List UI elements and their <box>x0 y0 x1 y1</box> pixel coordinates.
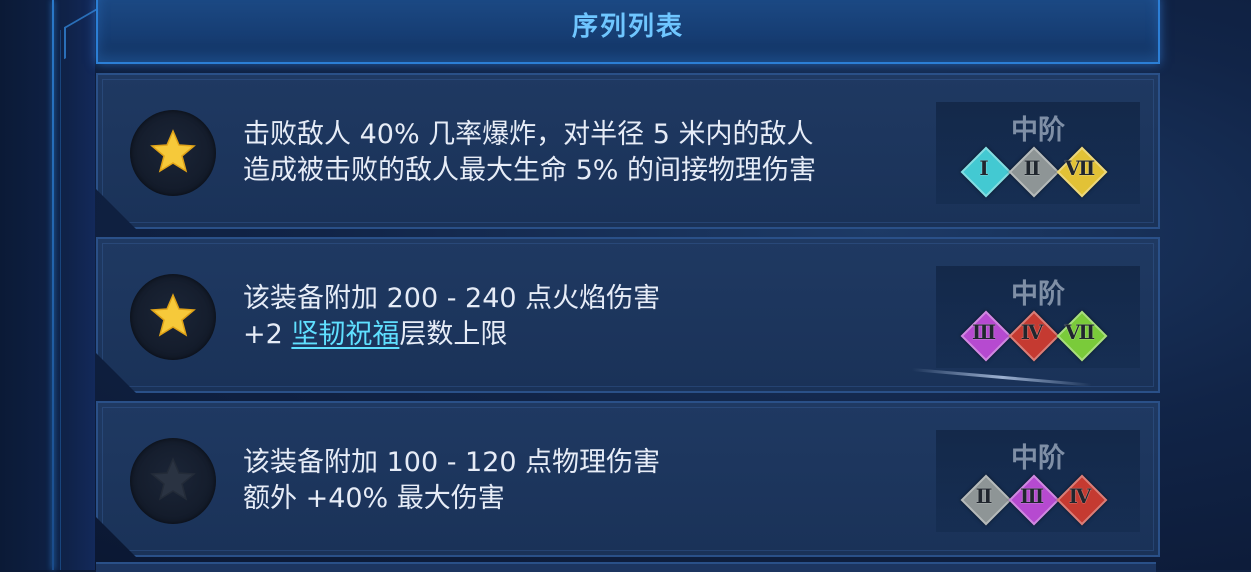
gem-3-numeral: Ⅶ <box>1064 156 1096 180</box>
gem-1-numeral: Ⅰ <box>979 156 989 180</box>
dim-star-icon <box>149 456 197 504</box>
sequence-list-header: 序列列表 <box>96 0 1160 64</box>
tier-label: 中阶 <box>1011 443 1065 474</box>
affix-line-2: 造成被击败的敌人最大生命 5% 的间接物理伤害 <box>243 153 933 189</box>
tier-label: 中阶 <box>1011 115 1065 146</box>
gem-1-numeral: Ⅱ <box>975 484 993 508</box>
gem-2-numeral: Ⅱ <box>1023 156 1041 180</box>
next-card-edge <box>96 562 1156 572</box>
star-badge <box>130 110 216 196</box>
frame-line <box>52 0 54 570</box>
affix-line-2-prefix: +2 <box>243 319 292 350</box>
affix-description: 该装备附加 200 - 240 点火焰伤害 +2 坚韧祝福层数上限 <box>243 281 933 353</box>
gem-3-numeral: Ⅳ <box>1068 484 1092 508</box>
affix-line-1: 击败敌人 40% 几率爆炸，对半径 5 米内的敌人 <box>243 119 814 150</box>
frame-decoration <box>64 8 96 60</box>
gem-2-numeral: Ⅲ <box>1019 484 1045 508</box>
affix-line-1: 该装备附加 100 - 120 点物理伤害 <box>243 447 661 478</box>
gold-star-icon <box>149 128 197 176</box>
left-frame <box>0 0 96 570</box>
page-title: 序列列表 <box>571 12 684 42</box>
tier-label: 中阶 <box>1011 279 1065 310</box>
affix-line-2-suffix: 层数上限 <box>399 319 508 350</box>
gem-2-numeral: Ⅳ <box>1020 320 1044 344</box>
star-badge <box>130 438 216 524</box>
affix-card-2[interactable]: 该装备附加 200 - 240 点火焰伤害 +2 坚韧祝福层数上限 中阶 Ⅲ Ⅳ… <box>96 237 1160 393</box>
frame-line-inner <box>60 30 61 570</box>
gem-3-numeral: Ⅶ <box>1064 320 1096 344</box>
affix-line-1: 该装备附加 200 - 240 点火焰伤害 <box>243 283 661 314</box>
star-badge <box>130 274 216 360</box>
affix-card-1[interactable]: 击败敌人 40% 几率爆炸，对半径 5 米内的敌人 造成被击败的敌人最大生命 5… <box>96 73 1160 229</box>
tier-box: 中阶 Ⅰ Ⅱ Ⅶ <box>936 102 1140 204</box>
affix-line-2-text: 造成被击败的敌人最大生命 5% 的间接物理伤害 <box>243 155 816 186</box>
affix-card-3[interactable]: 该装备附加 100 - 120 点物理伤害 额外 +40% 最大伤害 中阶 Ⅱ … <box>96 401 1160 557</box>
affix-line-2-text: 额外 +40% 最大伤害 <box>243 483 505 514</box>
affix-line-2: +2 坚韧祝福层数上限 <box>243 317 933 353</box>
affix-line-2: 额外 +40% 最大伤害 <box>243 481 933 517</box>
keyword-link[interactable]: 坚韧祝福 <box>291 319 399 350</box>
gem-1-numeral: Ⅲ <box>971 320 997 344</box>
tier-box: 中阶 Ⅱ Ⅲ Ⅳ <box>936 430 1140 532</box>
tier-box: 中阶 Ⅲ Ⅳ Ⅶ <box>936 266 1140 368</box>
gold-star-icon <box>149 292 197 340</box>
affix-description: 该装备附加 100 - 120 点物理伤害 额外 +40% 最大伤害 <box>243 445 933 517</box>
affix-description: 击败敌人 40% 几率爆炸，对半径 5 米内的敌人 造成被击败的敌人最大生命 5… <box>243 117 933 189</box>
